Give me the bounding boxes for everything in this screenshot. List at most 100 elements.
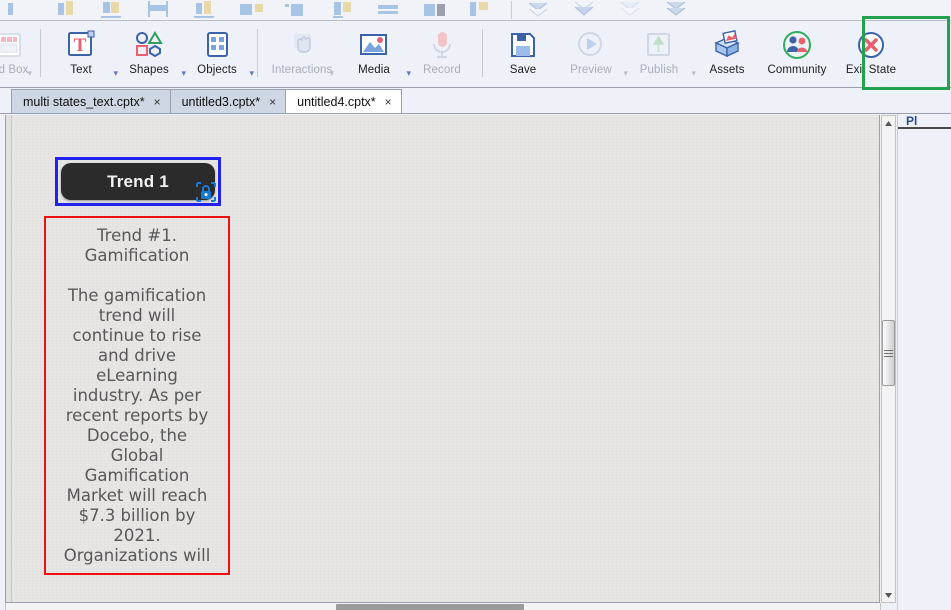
textbox-line: Trend #1. (97, 226, 177, 245)
ribbon-item-label: Media (358, 64, 390, 76)
canvas-horizontal-scrollbar[interactable] (5, 603, 881, 610)
ribbon-item-label: Text (70, 64, 92, 76)
canvas-vertical-scrollbar[interactable] (881, 115, 896, 603)
trend-1-button[interactable]: Trend 1 (61, 163, 215, 200)
textbox-line: and drive (97, 346, 177, 365)
ribbon-media[interactable]: ▾ Media (340, 21, 411, 87)
media-icon (357, 27, 391, 63)
right-properties-panel[interactable]: Pl (897, 114, 951, 610)
textbox-line: industry. As per (72, 386, 202, 405)
trend-1-button-label: Trend 1 (107, 171, 169, 191)
slide-canvas-container[interactable]: Trend 1 Trend #1. Gamification The gamif… (5, 115, 880, 603)
chevron-down-icon[interactable]: ▾ (329, 68, 334, 79)
ribbon-item-label: Publish (639, 64, 679, 76)
textbox-line: Organizations will (63, 546, 211, 565)
ribbon-item-label: Assets (709, 64, 745, 76)
ribbon-item-label: Interactions (271, 64, 333, 76)
workspace: Trend 1 Trend #1. Gamification The gamif… (0, 114, 951, 610)
textbox-line: Docebo, the (86, 426, 188, 445)
close-icon[interactable]: × (154, 96, 161, 108)
community-icon (781, 27, 813, 63)
align-left-icon[interactable] (0, 0, 46, 20)
align-toolbar (0, 0, 951, 21)
ribbon-shapes[interactable]: ▾ Shapes (115, 21, 186, 87)
resize-to-same-width-icon[interactable] (368, 0, 414, 20)
preview-icon (575, 27, 607, 63)
textbox-line: Market will reach (66, 486, 208, 505)
textbox-line: trend will (98, 306, 176, 325)
ribbon-spacer (909, 21, 951, 87)
bring-forward-icon[interactable] (517, 0, 563, 20)
align-right-icon[interactable] (92, 0, 138, 20)
textbox-line: 2021. (113, 526, 161, 545)
ribbon-item-label: Preview (570, 64, 612, 76)
svg-text:T: T (74, 35, 87, 56)
ribbon-separator (482, 29, 483, 77)
resize-to-same-size-icon[interactable] (460, 0, 506, 20)
document-tab-multi-states-text[interactable]: multi states_text.cptx* × (11, 89, 171, 113)
distribute-horizontally-icon[interactable] (276, 0, 322, 20)
scroll-up-icon[interactable] (882, 116, 895, 130)
tab-bar-left-pad (0, 89, 11, 113)
vertical-scrollbar-thumb[interactable] (882, 320, 895, 386)
chevron-down-icon[interactable]: ▾ (27, 68, 32, 79)
align-middle-icon[interactable] (184, 0, 230, 20)
align-top-icon[interactable] (138, 0, 184, 20)
textbox-line: Global (110, 446, 164, 465)
horizontal-scrollbar-thumb[interactable] (336, 604, 524, 610)
lock-icon[interactable] (195, 181, 217, 203)
trend-description-textbox[interactable]: Trend #1. Gamification The gamification … (44, 216, 230, 575)
document-tab-untitled4[interactable]: untitled4.cptx* × (285, 89, 402, 113)
ribbon-exit-state[interactable]: Exit State (833, 21, 909, 87)
bring-to-front-icon[interactable] (609, 0, 655, 20)
send-to-back-icon[interactable] (655, 0, 701, 20)
send-backward-icon[interactable] (563, 0, 609, 20)
ribbon-fluid-box[interactable]: ▾ uid Box (0, 21, 34, 87)
ribbon-record[interactable]: Record (408, 21, 476, 87)
textbox-line: Gamification (84, 246, 190, 265)
objects-icon (201, 27, 233, 63)
align-toolbar-separator (506, 0, 517, 20)
record-icon (427, 27, 457, 63)
ribbon-item-label: uid Box (0, 64, 29, 76)
ribbon-interactions[interactable]: ▾ Interactions (264, 21, 340, 87)
ribbon-separator (257, 29, 258, 77)
scroll-down-icon[interactable] (882, 588, 895, 602)
main-ribbon: ▾ uid Box T ▾ Text (0, 21, 951, 88)
selection-frame[interactable]: Trend 1 (55, 157, 221, 206)
chevron-down-icon[interactable]: ▾ (249, 68, 254, 79)
ribbon-preview[interactable]: ▾ Preview (557, 21, 628, 87)
textbox-line: The gamification (67, 286, 207, 305)
save-icon (508, 27, 538, 63)
resize-to-same-height-icon[interactable] (414, 0, 460, 20)
textbox-line: eLearning (96, 366, 178, 385)
slide-canvas[interactable]: Trend 1 Trend #1. Gamification The gamif… (12, 115, 879, 602)
ribbon-item-label: Record (423, 64, 461, 76)
textbox-line: Gamification (84, 466, 190, 485)
ribbon-item-label: Community (767, 64, 827, 76)
distribute-vertically-icon[interactable] (322, 0, 368, 20)
ribbon-item-label: Save (509, 64, 537, 76)
textbox-blank-line (52, 266, 222, 286)
right-panel-label: Pl (906, 114, 918, 128)
ribbon-item-label: Exit State (845, 64, 897, 76)
document-tab-untitled3[interactable]: untitled3.cptx* × (169, 89, 287, 113)
document-tab-label: untitled3.cptx* (181, 94, 261, 109)
ribbon-community[interactable]: Community (761, 21, 833, 87)
align-bottom-icon[interactable] (230, 0, 276, 20)
ribbon-save[interactable]: Save (489, 21, 557, 87)
document-tab-label: untitled4.cptx* (297, 94, 376, 109)
close-icon[interactable]: × (269, 96, 276, 108)
ribbon-publish[interactable]: ▾ Publish (625, 21, 696, 87)
interactions-icon (286, 27, 318, 63)
assets-icon (710, 27, 744, 63)
textbox-line: $7.3 billion by (78, 506, 196, 525)
ribbon-objects[interactable]: ▾ Objects (183, 21, 254, 87)
close-icon[interactable]: × (385, 96, 392, 108)
scrollbar-grip-icon (884, 348, 893, 359)
ribbon-assets[interactable]: Assets (693, 21, 761, 87)
right-panel-divider (898, 127, 951, 129)
ribbon-text[interactable]: T ▾ Text (47, 21, 118, 87)
ribbon-separator (40, 29, 41, 77)
align-center-icon[interactable] (46, 0, 92, 20)
